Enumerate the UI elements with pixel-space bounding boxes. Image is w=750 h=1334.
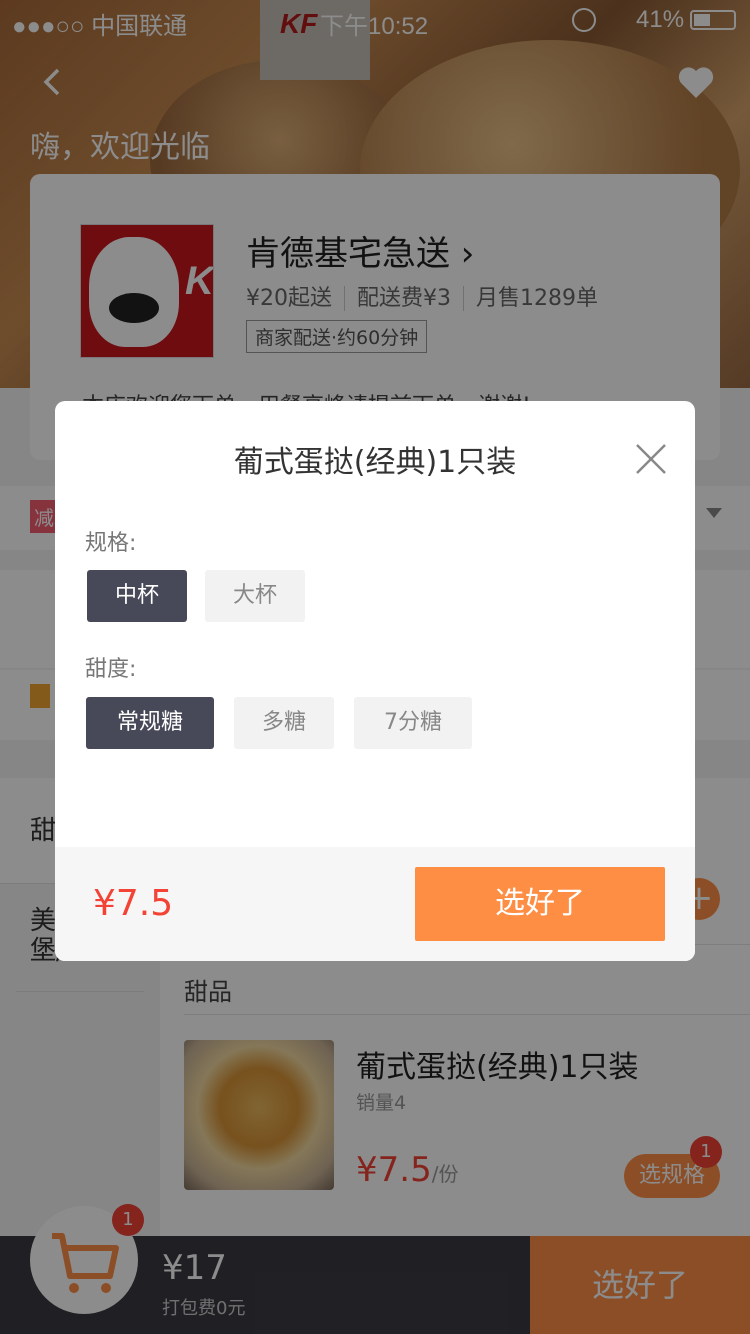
option-medium-cup[interactable]: 中杯 [87,570,187,622]
close-icon[interactable] [633,441,669,477]
option-70-sugar[interactable]: 7分糖 [354,697,472,749]
spec-label: 规格: [85,531,137,556]
dialog-footer: ¥7.5 选好了 [55,847,695,961]
spec-dialog: 葡式蛋挞(经典)1只装 规格: 中杯 大杯 甜度: 常规糖 多糖 7分糖 ¥7.… [55,401,695,961]
option-large-cup[interactable]: 大杯 [205,570,305,622]
sweetness-label: 甜度: [85,657,137,682]
dialog-price: ¥7.5 [93,883,174,924]
option-regular-sugar[interactable]: 常规糖 [86,697,214,749]
dialog-title: 葡式蛋挞(经典)1只装 [233,445,517,480]
option-extra-sugar[interactable]: 多糖 [234,697,334,749]
confirm-button[interactable]: 选好了 [415,867,665,941]
